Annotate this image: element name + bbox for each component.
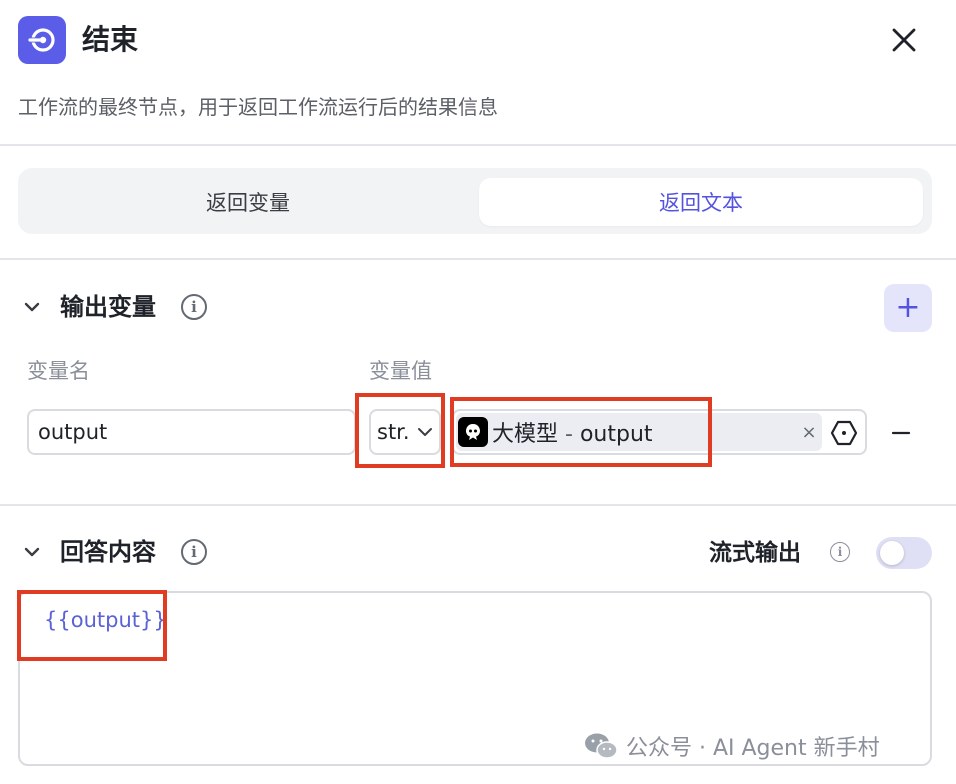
chevron-down-icon[interactable] — [18, 538, 46, 566]
divider — [0, 144, 956, 146]
close-button[interactable] — [884, 20, 924, 60]
chevron-down-icon[interactable] — [18, 293, 46, 321]
divider — [0, 258, 956, 260]
toggle-knob — [880, 541, 904, 565]
variable-name-input[interactable]: output — [27, 409, 356, 455]
divider — [0, 504, 956, 506]
tab-return-variable[interactable]: 返回变量 — [28, 178, 468, 226]
variable-picker-icon[interactable] — [828, 417, 860, 449]
stream-output-label: 流式输出 — [709, 540, 801, 566]
add-variable-button[interactable]: + — [884, 284, 932, 332]
column-label-value: 变量值 — [369, 359, 432, 383]
close-icon — [892, 28, 916, 52]
minus-icon — [891, 431, 911, 435]
node-description: 工作流的最终节点，用于返回工作流运行后的结果信息 — [18, 95, 498, 119]
output-section-title: 输出变量 — [60, 293, 156, 321]
info-icon[interactable]: i — [181, 539, 207, 565]
info-icon[interactable]: i — [181, 294, 207, 320]
highlight-box-type — [355, 393, 445, 468]
end-node-icon — [18, 16, 66, 64]
tab-return-text[interactable]: 返回文本 — [479, 178, 923, 226]
highlight-box-reference — [450, 397, 712, 467]
clear-reference-button[interactable]: × — [798, 421, 820, 443]
watermark-text: 公众号 · AI Agent 新手村 — [626, 736, 880, 761]
wechat-icon — [585, 733, 618, 759]
watermark: 公众号 · AI Agent 新手村 — [584, 730, 880, 762]
answer-section-title: 回答内容 — [60, 538, 156, 566]
highlight-box-content — [17, 590, 167, 661]
info-icon[interactable]: i — [830, 542, 850, 562]
remove-variable-button[interactable] — [885, 417, 917, 449]
node-title: 结束 — [82, 23, 139, 56]
column-label-name: 变量名 — [27, 359, 90, 383]
